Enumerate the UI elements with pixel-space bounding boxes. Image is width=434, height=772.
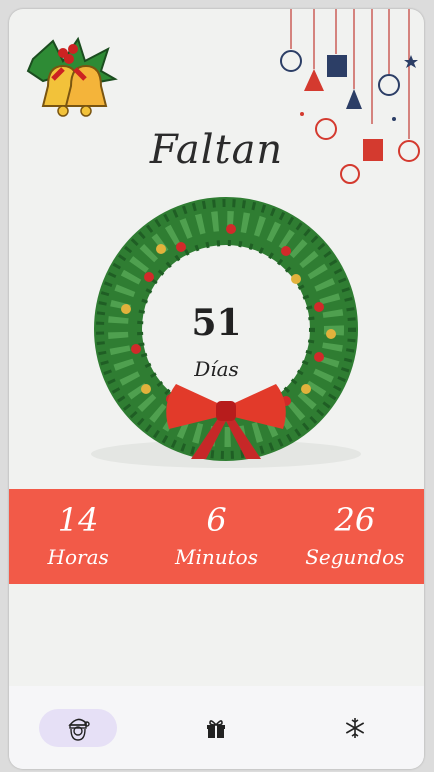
minutes-cell: 6 Minutos: [147, 489, 285, 584]
nav-snowflake-button[interactable]: [316, 709, 394, 747]
hours-cell: 14 Horas: [9, 489, 147, 584]
days-value: 51: [191, 302, 242, 344]
nav-santa-button[interactable]: [39, 708, 118, 747]
hours-label: Horas: [47, 545, 109, 569]
seconds-value: 26: [334, 501, 376, 539]
minutes-value: 6: [206, 501, 227, 539]
days-label: Días: [194, 357, 239, 381]
gift-icon: [207, 719, 226, 738]
hours-value: 14: [57, 501, 99, 539]
minutes-label: Minutos: [175, 545, 258, 569]
seconds-label: Segundos: [305, 545, 405, 569]
snowflake-icon: [345, 717, 364, 738]
app-screen: Faltan 51 Días 14 Horas 6 Minutos 26 Seg…: [9, 9, 424, 769]
page-title: Faltan: [149, 127, 284, 173]
santa-icon: [68, 718, 90, 741]
bottom-navigation: [9, 686, 424, 769]
seconds-cell: 26 Segundos: [286, 489, 424, 584]
christmas-bells-icon: [26, 36, 118, 117]
countdown-band: 14 Horas 6 Minutos 26 Segundos: [9, 489, 424, 584]
nav-gift-button[interactable]: [177, 709, 255, 747]
